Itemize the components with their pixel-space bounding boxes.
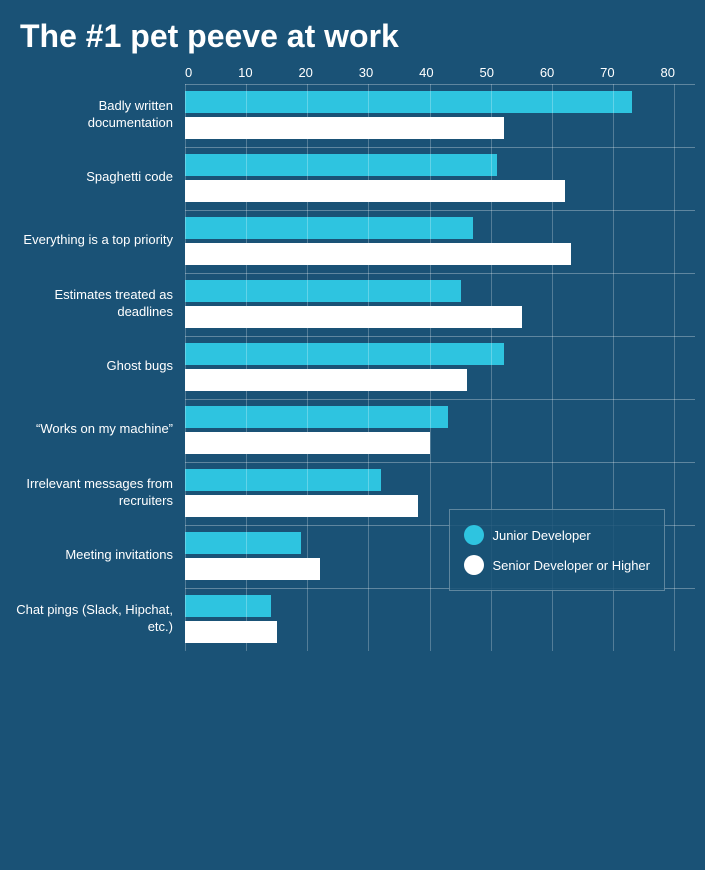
junior-bar-wrap xyxy=(185,217,695,239)
junior-bar xyxy=(185,280,461,302)
senior-label: Senior Developer or Higher xyxy=(492,558,650,573)
chart-row: Estimates treated asdeadlines xyxy=(10,273,695,334)
row-label: Meeting invitations xyxy=(10,547,185,564)
senior-bar xyxy=(185,306,522,328)
axis-label: 30 xyxy=(359,65,373,80)
axis-label: 70 xyxy=(600,65,614,80)
bars-column xyxy=(185,147,695,208)
chart-row: Spaghetti code xyxy=(10,147,695,208)
legend-senior: Senior Developer or Higher xyxy=(464,555,650,575)
axis-label: 60 xyxy=(540,65,554,80)
junior-dot xyxy=(464,525,484,545)
senior-bar-wrap xyxy=(185,621,695,643)
junior-bar-wrap xyxy=(185,406,695,428)
bars-column xyxy=(185,588,695,649)
senior-bar xyxy=(185,180,565,202)
junior-bar xyxy=(185,154,497,176)
senior-bar xyxy=(185,432,430,454)
senior-bar xyxy=(185,558,320,580)
legend-junior: Junior Developer xyxy=(464,525,650,545)
senior-bar xyxy=(185,243,571,265)
senior-bar-wrap xyxy=(185,117,695,139)
axis-label: 40 xyxy=(419,65,433,80)
row-label: “Works on my machine” xyxy=(10,421,185,438)
senior-bar xyxy=(185,621,277,643)
junior-bar-wrap xyxy=(185,343,695,365)
junior-bar-wrap xyxy=(185,91,695,113)
row-label: Spaghetti code xyxy=(10,169,185,186)
row-label: Badly writtendocumentation xyxy=(10,98,185,132)
junior-bar-wrap xyxy=(185,280,695,302)
axis-label: 80 xyxy=(661,65,675,80)
chart-row: “Works on my machine” xyxy=(10,399,695,460)
junior-bar xyxy=(185,532,301,554)
junior-bar xyxy=(185,91,632,113)
axis-label: 0 xyxy=(185,65,192,80)
axis-label: 10 xyxy=(238,65,252,80)
bars-column xyxy=(185,273,695,334)
senior-bar-wrap xyxy=(185,243,695,265)
senior-dot xyxy=(464,555,484,575)
bars-column xyxy=(185,336,695,397)
senior-bar xyxy=(185,369,467,391)
chart-row: Badly writtendocumentation xyxy=(10,84,695,145)
senior-bar-wrap xyxy=(185,432,695,454)
axis-labels: 0 10 20 30 40 50 60 70 80 xyxy=(185,65,675,80)
junior-bar xyxy=(185,217,473,239)
chart-row: Everything is a top priority xyxy=(10,210,695,271)
legend: Junior Developer Senior Developer or Hig… xyxy=(449,509,665,591)
junior-bar-wrap xyxy=(185,595,695,617)
senior-bar-wrap xyxy=(185,180,695,202)
junior-bar-wrap xyxy=(185,469,695,491)
chart-row: Chat pings (Slack, Hipchat,etc.) xyxy=(10,588,695,649)
bars-column xyxy=(185,399,695,460)
row-label: Chat pings (Slack, Hipchat,etc.) xyxy=(10,602,185,636)
senior-bar xyxy=(185,495,418,517)
row-label: Irrelevant messages fromrecruiters xyxy=(10,476,185,510)
junior-bar-wrap xyxy=(185,154,695,176)
junior-bar xyxy=(185,406,448,428)
row-label: Ghost bugs xyxy=(10,358,185,375)
junior-label: Junior Developer xyxy=(492,528,590,543)
bars-column xyxy=(185,84,695,145)
senior-bar-wrap xyxy=(185,369,695,391)
senior-bar xyxy=(185,117,504,139)
row-label: Estimates treated asdeadlines xyxy=(10,287,185,321)
junior-bar xyxy=(185,595,271,617)
junior-bar xyxy=(185,343,504,365)
row-label: Everything is a top priority xyxy=(10,232,185,249)
axis-label: 50 xyxy=(479,65,493,80)
axis-label: 20 xyxy=(298,65,312,80)
junior-bar xyxy=(185,469,381,491)
bars-column xyxy=(185,210,695,271)
senior-bar-wrap xyxy=(185,306,695,328)
page-title: The #1 pet peeve at work xyxy=(0,0,705,65)
chart-row: Ghost bugs xyxy=(10,336,695,397)
